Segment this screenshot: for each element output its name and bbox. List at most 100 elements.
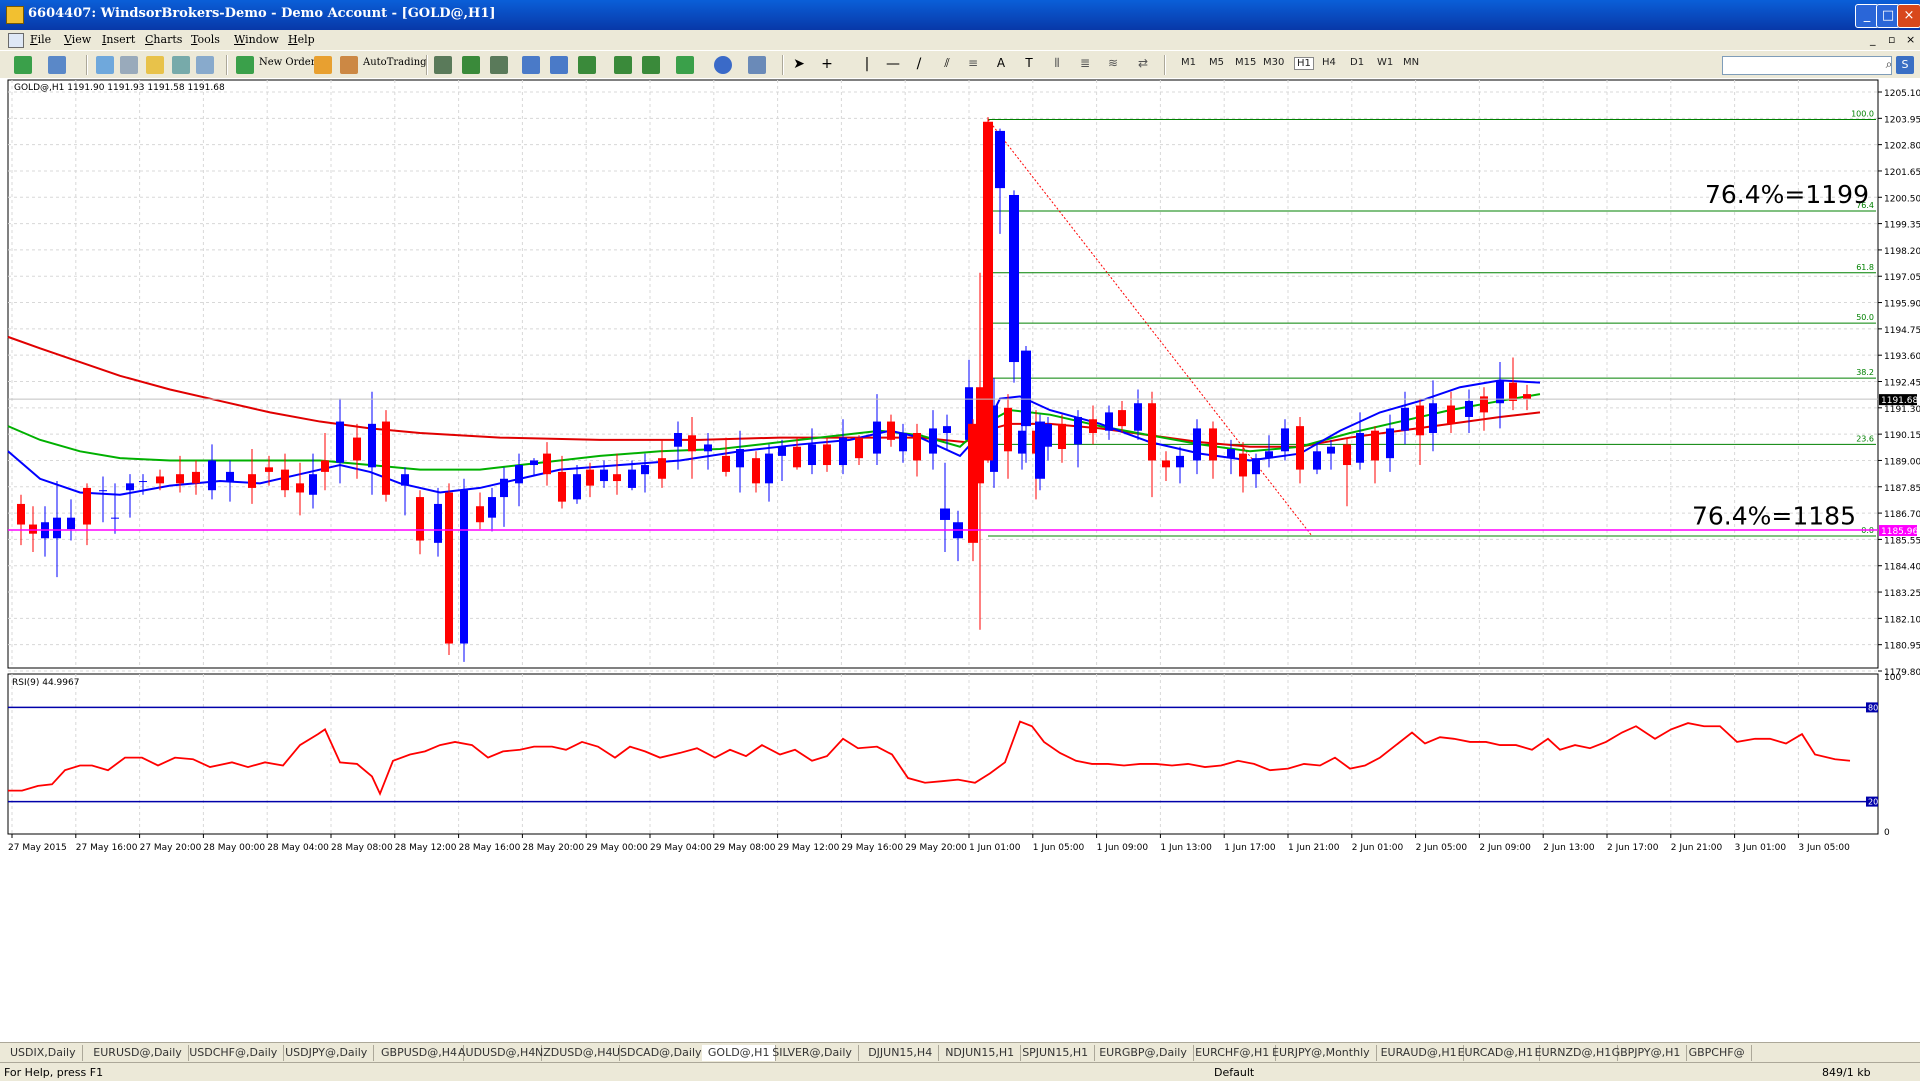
menu-window[interactable]: Window — [234, 33, 279, 46]
autoscroll-icon[interactable] — [642, 56, 660, 74]
chart-tab[interactable]: EURAUD@,H1 — [1375, 1045, 1464, 1061]
tile-windows-icon[interactable] — [578, 56, 596, 74]
autotrading-button[interactable]: AutoTrading — [363, 57, 427, 68]
period-m1[interactable]: M1 — [1181, 57, 1196, 68]
arrows-icon[interactable]: ⇄ — [1134, 56, 1152, 74]
candlestick-chart-icon[interactable] — [462, 56, 480, 74]
period-w1[interactable]: W1 — [1377, 57, 1393, 68]
close-button[interactable]: × — [1897, 4, 1920, 28]
candle-body — [83, 487, 91, 525]
price-axis-label: 1192.45 — [1884, 379, 1920, 389]
chart-tab[interactable]: EURGBP@,Daily — [1093, 1045, 1194, 1061]
menu-insert[interactable]: Insert — [102, 33, 135, 46]
zoom-in-icon[interactable] — [522, 56, 540, 74]
new-order-icon[interactable] — [236, 56, 254, 74]
time-axis-label: 3 Jun 01:00 — [1735, 843, 1787, 853]
menu-charts[interactable]: Charts — [145, 33, 182, 46]
autotrading-icon[interactable] — [340, 56, 358, 74]
chart-tab[interactable]: NDJUN15,H1 — [939, 1045, 1022, 1061]
metaeditor-icon[interactable] — [314, 56, 332, 74]
fibonacci-level-label: 100.0 — [1851, 109, 1874, 118]
period-d1[interactable]: D1 — [1350, 57, 1364, 68]
candle-body — [1134, 403, 1142, 431]
candle-body — [704, 444, 712, 452]
status-profile: Default — [1214, 1066, 1255, 1079]
period-mn[interactable]: MN — [1403, 57, 1419, 68]
fibo-arc-icon[interactable]: ≋ — [1104, 56, 1122, 74]
grid-tool-icon[interactable]: ⦀ — [1048, 56, 1066, 74]
chart-tab[interactable]: EURCAD@,H1 — [1452, 1045, 1541, 1061]
chart-tab[interactable]: GBPJPY@,H1 — [1606, 1045, 1688, 1061]
zoom-out-icon[interactable] — [550, 56, 568, 74]
chart-tab[interactable]: USDIX,Daily — [4, 1045, 83, 1061]
chart-tab[interactable]: EURJPY@,Monthly — [1266, 1045, 1377, 1061]
chart-tab[interactable]: EURCHF@,H1 — [1189, 1045, 1277, 1061]
chart-tab[interactable]: SPJUN15,H1 — [1016, 1045, 1096, 1061]
terminal-icon[interactable] — [172, 56, 190, 74]
vertical-line-icon[interactable]: | — [858, 56, 876, 74]
period-h4[interactable]: H4 — [1322, 57, 1336, 68]
candle-body — [1162, 460, 1170, 468]
period-m30[interactable]: M30 — [1263, 57, 1284, 68]
profiles-icon[interactable] — [48, 56, 66, 74]
chart-tab[interactable]: GOLD@,H1 — [701, 1045, 777, 1061]
chart-area[interactable]: 100.076.461.850.038.223.60.0 1185.961191… — [0, 78, 1920, 1042]
candle-body — [1386, 428, 1394, 459]
line-chart-icon[interactable] — [490, 56, 508, 74]
periods-icon[interactable] — [714, 56, 732, 74]
chart-tab[interactable]: USDCHF@,Daily — [183, 1045, 285, 1061]
chart-shift-icon[interactable] — [614, 56, 632, 74]
fibonacci-level-label: 61.8 — [1856, 263, 1874, 272]
candle-body — [1416, 405, 1424, 436]
menu-tools[interactable]: Tools — [191, 33, 220, 46]
menu-bar: File View Insert Charts Tools Window Hel… — [0, 30, 1920, 50]
navigator-icon[interactable] — [146, 56, 164, 74]
search-input[interactable] — [1722, 56, 1892, 75]
period-m5[interactable]: M5 — [1209, 57, 1224, 68]
strategy-tester-icon[interactable] — [196, 56, 214, 74]
candle-body — [67, 517, 75, 530]
mdi-minimize-button[interactable]: _ — [1870, 33, 1876, 46]
market-watch-icon[interactable] — [96, 56, 114, 74]
fibonacci-icon[interactable]: ≡ — [964, 56, 982, 74]
price-axis-label: 1180.95 — [1884, 642, 1920, 652]
new-chart-icon[interactable] — [14, 56, 32, 74]
text-label-icon[interactable]: T — [1020, 56, 1038, 74]
chart-tab[interactable]: USDCAD@,Daily — [606, 1045, 709, 1061]
data-window-icon[interactable] — [120, 56, 138, 74]
menu-help[interactable]: Help — [288, 33, 315, 46]
candle-body — [1356, 432, 1364, 463]
new-order-button[interactable]: New Order — [259, 57, 315, 68]
candle-body — [1281, 428, 1289, 452]
time-axis-label: 2 Jun 09:00 — [1479, 843, 1531, 853]
price-axis-label: 1202.80 — [1884, 142, 1920, 152]
chart-tab[interactable]: SILVER@,Daily — [766, 1045, 859, 1061]
chart-tab[interactable]: GBPUSD@,H4 — [375, 1045, 464, 1061]
text-icon[interactable]: A — [992, 56, 1010, 74]
chart-window-icon[interactable] — [8, 33, 24, 48]
candle-body — [500, 478, 508, 498]
indicators-icon[interactable] — [676, 56, 694, 74]
period-m15[interactable]: M15 — [1235, 57, 1256, 68]
menu-view[interactable]: View — [64, 33, 91, 46]
period-h1[interactable]: H1 — [1294, 57, 1314, 70]
templates-icon[interactable] — [748, 56, 766, 74]
rsi-frame — [7, 673, 1879, 835]
mdi-restore-button[interactable]: ▫ — [1888, 33, 1895, 46]
crosshair-icon[interactable]: + — [818, 56, 836, 74]
chart-tab[interactable]: DJJUN15,H4 — [862, 1045, 940, 1061]
menu-file[interactable]: File — [30, 33, 51, 46]
price-axis-label: 1185.55 — [1884, 536, 1920, 546]
chart-tab[interactable]: GBPCHF@ — [1683, 1045, 1752, 1061]
trendline-icon[interactable]: / — [910, 56, 928, 74]
community-icon[interactable]: S — [1896, 56, 1914, 74]
chart-tab[interactable]: USDJPY@,Daily — [279, 1045, 375, 1061]
cursor-icon[interactable]: ➤ — [790, 56, 808, 74]
chart-tab[interactable]: EURUSD@,Daily — [87, 1045, 189, 1061]
chart-canvas[interactable]: 100.076.461.850.038.223.60.0 1185.961191… — [0, 78, 1920, 1042]
bar-chart-icon[interactable] — [434, 56, 452, 74]
horizontal-line-icon[interactable]: — — [884, 56, 902, 74]
fibo-fan-icon[interactable]: ≣ — [1076, 56, 1094, 74]
mdi-close-button[interactable]: × — [1906, 33, 1915, 46]
equidistant-channel-icon[interactable]: ⫽ — [938, 56, 956, 74]
